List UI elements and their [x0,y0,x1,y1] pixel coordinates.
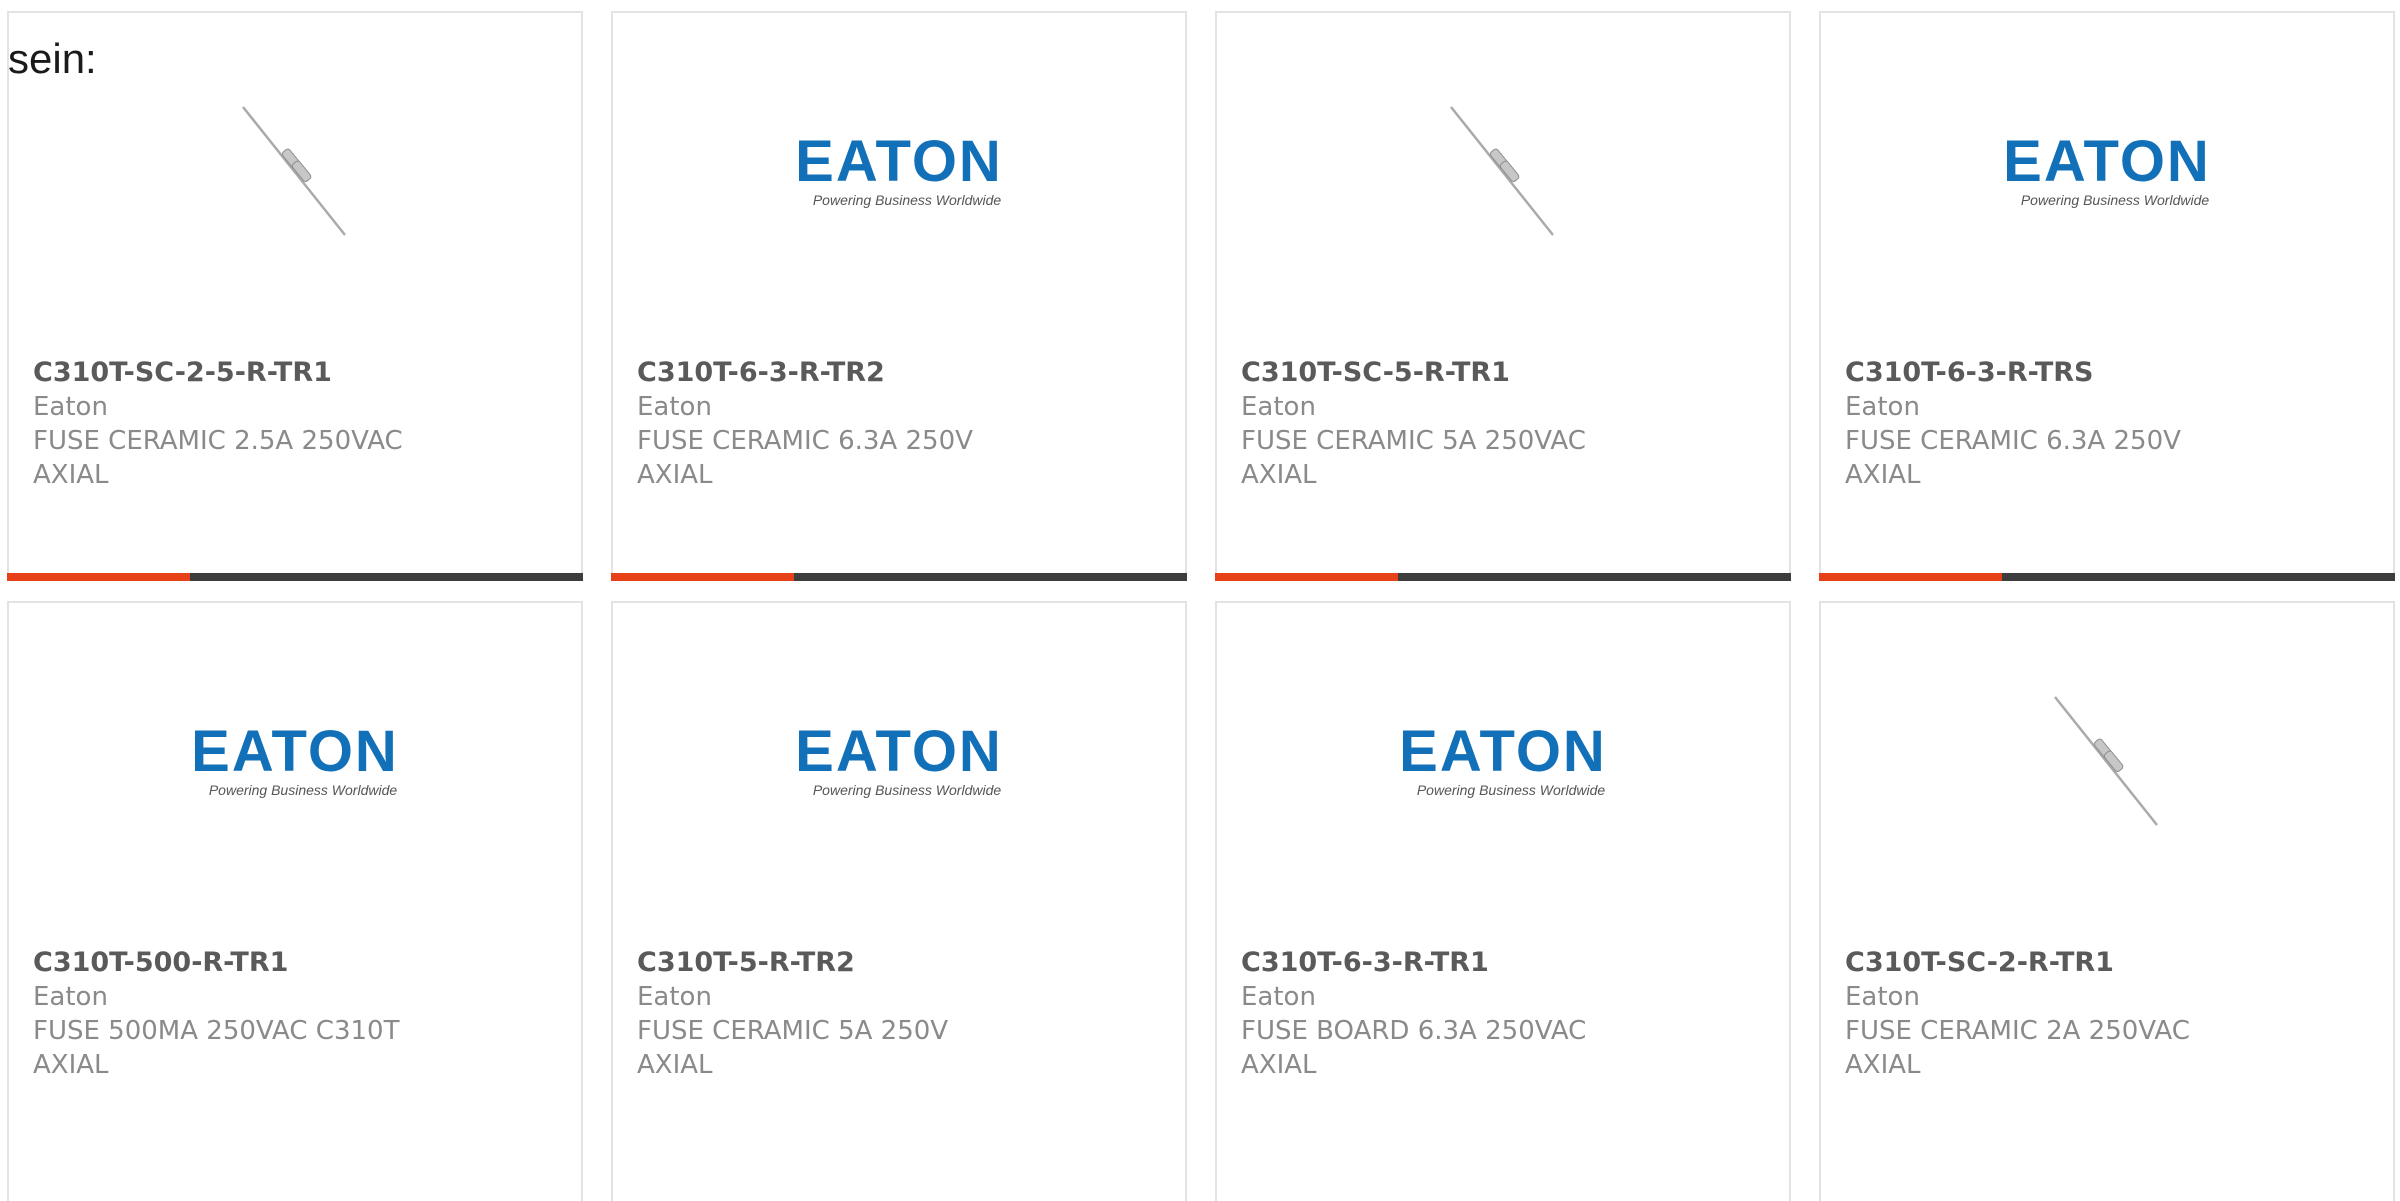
progress-bar [1819,573,2395,581]
manufacturer-name: Eaton [1845,982,1920,1012]
product-card[interactable]: C310T-SC-2-R-TR1 Eaton FUSE CERAMIC 2A 2… [1819,601,2395,1201]
product-description: FUSE 500MA 250VAC C310T AXIAL [33,1016,400,1080]
manufacturer-name: Eaton [1845,392,1920,422]
part-number-link[interactable]: C310T-5-R-TR2 [637,946,1027,980]
manufacturer-name: Eaton [637,982,712,1012]
axial-fuse-image[interactable] [9,83,581,283]
product-description: FUSE CERAMIC 5A 250VAC AXIAL [1241,426,1586,490]
progress-accent [7,573,190,581]
progress-bar [7,573,583,581]
product-description: FUSE CERAMIC 6.3A 250V AXIAL [637,426,973,490]
progress-bar [611,573,1187,581]
manufacturer-name: Eaton [1241,392,1316,422]
logo-wordmark: EATON [191,719,399,784]
product-description: FUSE CERAMIC 5A 250V AXIAL [637,1016,949,1080]
part-number-link[interactable]: C310T-SC-2-5-R-TR1 [33,356,423,390]
manufacturer-name: Eaton [33,982,108,1012]
product-card[interactable]: EATON Powering Business Worldwide C310T-… [7,601,583,1201]
product-card[interactable]: C310T-SC-2-5-R-TR1 Eaton FUSE CERAMIC 2.… [7,11,583,581]
product-description: FUSE CERAMIC 2.5A 250VAC AXIAL [33,426,403,490]
progress-bar [1215,573,1791,581]
eaton-logo-image[interactable]: EATON Powering Business Worldwide [1821,83,2393,283]
logo-wordmark: EATON [795,719,1003,784]
eaton-logo-image[interactable]: EATON Powering Business Worldwide [9,673,581,873]
manufacturer-name: Eaton [33,392,108,422]
part-number-link[interactable]: C310T-SC-5-R-TR1 [1241,356,1631,390]
progress-accent [1215,573,1398,581]
manufacturer-name: Eaton [1241,982,1316,1012]
product-description: FUSE CERAMIC 6.3A 250V AXIAL [1845,426,2181,490]
logo-tagline: Powering Business Worldwide [209,782,398,798]
eaton-logo-image[interactable]: EATON Powering Business Worldwide [613,673,1185,873]
product-description: FUSE BOARD 6.3A 250VAC AXIAL [1241,1016,1587,1080]
logo-tagline: Powering Business Worldwide [2021,192,2210,208]
logo-tagline: Powering Business Worldwide [813,192,1002,208]
axial-fuse-image[interactable] [1217,83,1789,283]
part-number-link[interactable]: C310T-SC-2-R-TR1 [1845,946,2235,980]
part-number-link[interactable]: C310T-6-3-R-TRS [1845,356,2235,390]
product-card[interactable]: C310T-SC-5-R-TR1 Eaton FUSE CERAMIC 5A 2… [1215,11,1791,581]
axial-fuse-image[interactable] [1821,673,2393,873]
product-card[interactable]: EATON Powering Business Worldwide C310T-… [1215,601,1791,1201]
product-card[interactable]: EATON Powering Business Worldwide C310T-… [1819,11,2395,581]
manufacturer-name: Eaton [637,392,712,422]
logo-tagline: Powering Business Worldwide [813,782,1002,798]
part-number-link[interactable]: C310T-500-R-TR1 [33,946,423,980]
product-card[interactable]: EATON Powering Business Worldwide C310T-… [611,11,1187,581]
progress-accent [611,573,794,581]
progress-accent [1819,573,2002,581]
eaton-logo-image[interactable]: EATON Powering Business Worldwide [1217,673,1789,873]
logo-tagline: Powering Business Worldwide [1417,782,1606,798]
part-number-link[interactable]: C310T-6-3-R-TR1 [1241,946,1631,980]
part-number-link[interactable]: C310T-6-3-R-TR2 [637,356,1027,390]
eaton-logo-image[interactable]: EATON Powering Business Worldwide [613,83,1185,283]
intro-text: sein: [8,35,97,82]
logo-wordmark: EATON [1399,719,1607,784]
product-description: FUSE CERAMIC 2A 250VAC AXIAL [1845,1016,2190,1080]
logo-wordmark: EATON [795,129,1003,194]
product-card[interactable]: EATON Powering Business Worldwide C310T-… [611,601,1187,1201]
logo-wordmark: EATON [2003,129,2211,194]
